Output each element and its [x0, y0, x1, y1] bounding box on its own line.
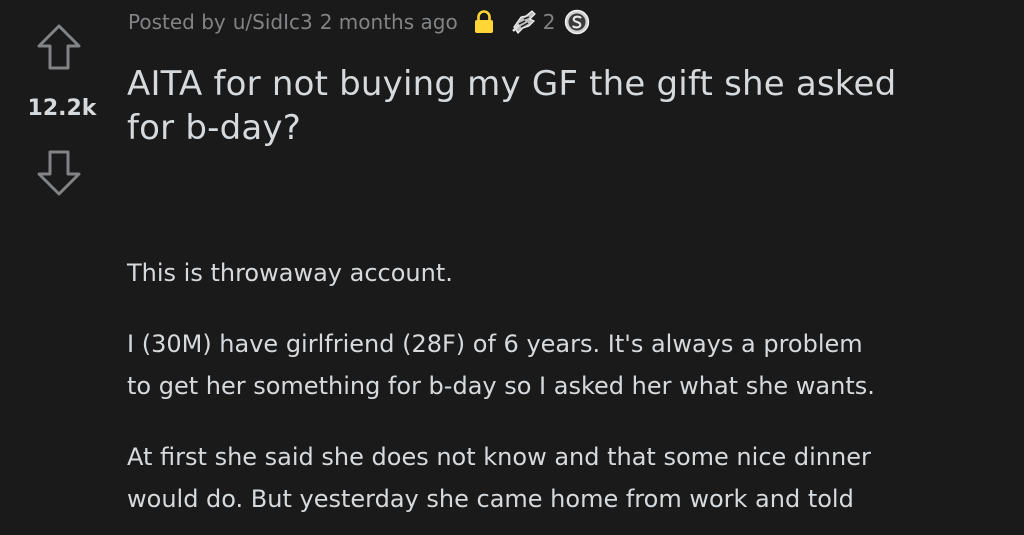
body-line: At first she said she does not know and … — [127, 443, 871, 471]
post-title[interactable]: AITA for not buying my GF the gift she a… — [127, 62, 1007, 150]
posted-by-label: Posted by — [128, 10, 226, 34]
award-count: 2 — [542, 10, 556, 34]
silver-award-icon[interactable] — [564, 9, 590, 35]
helping-hand-award-icon[interactable] — [510, 7, 540, 37]
lock-icon — [472, 10, 496, 34]
vote-score: 12.2k — [27, 96, 97, 121]
body-paragraph: This is throwaway account. — [127, 252, 1007, 294]
body-line: I (30M) have girlfriend (28F) of 6 years… — [127, 330, 863, 358]
body-line: to get her something for b-day so I aske… — [127, 372, 875, 400]
downvote-arrow-icon — [37, 150, 81, 196]
body-paragraph: I (30M) have girlfriend (28F) of 6 years… — [127, 323, 1007, 407]
post-title-line: AITA for not buying my GF the gift she a… — [127, 64, 897, 104]
body-paragraph: At first she said she does not know and … — [127, 436, 1007, 520]
vote-column: 12.2k — [0, 0, 120, 220]
post-body: This is throwaway account. I (30M) have … — [127, 252, 1007, 535]
post-view: 12.2k Posted by u/SidIc3 2 months ago 2 — [0, 0, 1024, 535]
upvote-arrow-icon — [37, 24, 81, 70]
post-time: 2 months ago — [319, 10, 458, 34]
body-line: This is throwaway account. — [127, 259, 453, 287]
upvote-button[interactable] — [34, 22, 84, 72]
downvote-button[interactable] — [34, 148, 84, 198]
post-title-line: for b-day? — [127, 108, 301, 148]
body-line: would do. But yesterday she came home fr… — [127, 485, 854, 513]
post-meta: Posted by u/SidIc3 2 months ago 2 — [128, 4, 590, 40]
author-link[interactable]: u/SidIc3 — [233, 10, 313, 34]
